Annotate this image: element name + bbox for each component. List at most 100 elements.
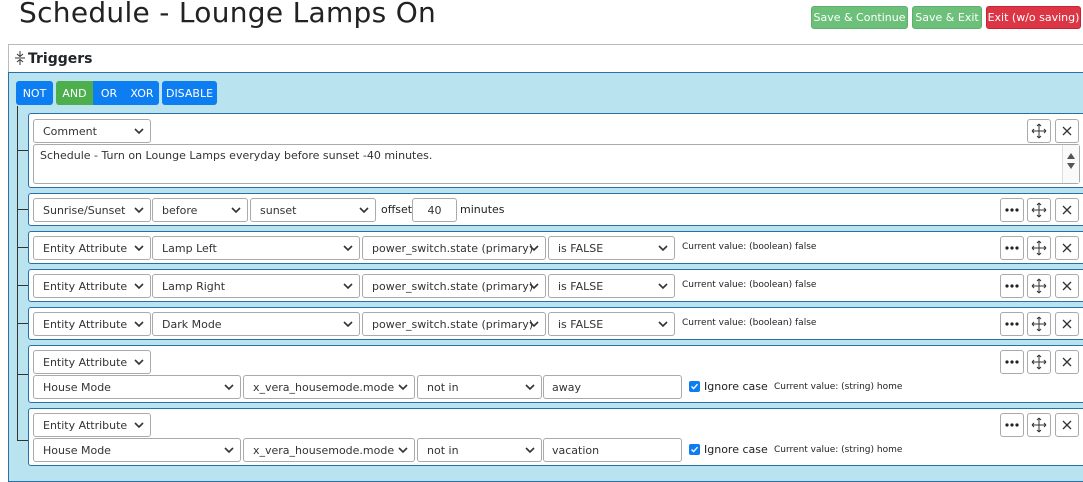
trigger-type-select[interactable]: Sunrise/Sunset (33, 198, 151, 222)
move-icon[interactable] (1027, 236, 1051, 260)
ignore-case-label: Ignore case (704, 443, 768, 456)
current-value-text: Current value: (boolean) false (682, 318, 817, 328)
attribute-select[interactable]: x_vera_housemode.mode (243, 375, 415, 399)
close-icon[interactable] (1055, 413, 1079, 437)
save-exit-button[interactable]: Save & Exit (912, 6, 982, 29)
not-button[interactable]: NOT (16, 81, 53, 105)
value-input[interactable]: vacation (543, 438, 682, 462)
entity-select[interactable]: Lamp Right (152, 274, 360, 298)
current-value-text: Current value: (boolean) false (682, 280, 817, 290)
entity-value: Lamp Right (162, 279, 226, 293)
operator-value: is FALSE (558, 241, 604, 255)
chevron-down-icon (398, 447, 408, 454)
trigger-type-value: Sunrise/Sunset (43, 203, 126, 217)
chevron-down-icon (658, 321, 668, 328)
trigger-type-select[interactable]: Comment (33, 119, 151, 143)
disable-button[interactable]: DISABLE (162, 81, 217, 105)
comment-textarea[interactable]: Schedule - Turn on Lounge Lamps everyday… (33, 144, 1080, 184)
chevron-down-icon (224, 384, 234, 391)
entity-select[interactable]: Dark Mode (152, 312, 360, 336)
entity-value: Dark Mode (162, 317, 222, 331)
attribute-value: power_switch.state (primary) (372, 241, 534, 255)
trigger-type-select[interactable]: Entity Attribute (33, 274, 151, 298)
attribute-select[interactable]: power_switch.state (primary) (362, 312, 546, 336)
textarea-scrollbar[interactable] (1062, 145, 1079, 183)
xor-button[interactable]: XOR (125, 81, 159, 105)
tree-line (17, 106, 18, 441)
attribute-value: power_switch.state (primary) (372, 317, 534, 331)
collapse-icon[interactable] (13, 50, 27, 67)
attribute-select[interactable]: x_vera_housemode.mode (243, 438, 415, 462)
chevron-down-icon (359, 207, 369, 214)
scroll-up-icon[interactable] (1067, 153, 1075, 159)
operator-select[interactable]: not in (417, 438, 542, 462)
trigger-type-select[interactable]: Entity Attribute (33, 350, 151, 374)
operator-value: not in (427, 380, 459, 394)
triggers-title: Triggers (28, 50, 93, 67)
ignore-case-checkbox[interactable] (689, 444, 700, 455)
current-value-text: Current value: (string) home (774, 445, 903, 455)
trigger-type-select[interactable]: Entity Attribute (33, 236, 151, 260)
move-icon[interactable] (1027, 198, 1051, 222)
trigger-row-sun: Sunrise/Sunset before sunset offset 40 m… (28, 193, 1083, 226)
current-value-text: Current value: (string) home (774, 382, 903, 392)
chevron-down-icon (224, 447, 234, 454)
operator-select[interactable]: is FALSE (548, 236, 675, 260)
chevron-down-icon (658, 283, 668, 290)
close-icon[interactable] (1055, 312, 1079, 336)
chevron-down-icon (529, 283, 539, 290)
ignore-case-checkbox[interactable] (689, 381, 700, 392)
save-continue-button[interactable]: Save & Continue (811, 6, 908, 29)
chevron-down-icon (134, 422, 144, 429)
move-icon[interactable] (1027, 312, 1051, 336)
chevron-down-icon (343, 283, 353, 290)
attribute-select[interactable]: power_switch.state (primary) (362, 236, 546, 260)
comment-text: Schedule - Turn on Lounge Lamps everyday… (40, 149, 433, 162)
exit-without-saving-button[interactable]: Exit (w/o saving) (986, 6, 1081, 29)
close-icon[interactable] (1055, 236, 1079, 260)
entity-select[interactable]: House Mode (33, 438, 241, 462)
chevron-down-icon (134, 207, 144, 214)
more-icon[interactable] (1000, 413, 1024, 437)
entity-value: Lamp Left (162, 241, 217, 255)
offset-label: offset (381, 203, 413, 216)
value-input[interactable]: away (543, 375, 682, 399)
more-icon[interactable] (1000, 274, 1024, 298)
more-icon[interactable] (1000, 236, 1024, 260)
entity-select[interactable]: Lamp Left (152, 236, 360, 260)
chevron-down-icon (134, 321, 144, 328)
close-icon[interactable] (1055, 274, 1079, 298)
page-title: Schedule - Lounge Lamps On (19, 0, 437, 29)
move-icon[interactable] (1027, 413, 1051, 437)
close-icon[interactable] (1055, 198, 1079, 222)
offset-input[interactable]: 40 (412, 198, 457, 222)
operator-select[interactable]: is FALSE (548, 274, 675, 298)
close-icon[interactable] (1055, 350, 1079, 374)
trigger-type-value: Entity Attribute (43, 241, 128, 255)
and-button[interactable]: AND (56, 81, 93, 105)
trigger-type-value: Entity Attribute (43, 418, 128, 432)
chevron-down-icon (134, 245, 144, 252)
move-icon[interactable] (1027, 350, 1051, 374)
sun-when-select[interactable]: before (152, 198, 248, 222)
move-icon[interactable] (1027, 119, 1051, 143)
trigger-type-select[interactable]: Entity Attribute (33, 312, 151, 336)
move-icon[interactable] (1027, 274, 1051, 298)
more-icon[interactable] (1000, 312, 1024, 336)
close-icon[interactable] (1055, 119, 1079, 143)
sun-event-select[interactable]: sunset (250, 198, 376, 222)
sun-event-value: sunset (260, 203, 297, 217)
scroll-down-icon[interactable] (1067, 163, 1075, 169)
or-button[interactable]: OR (93, 81, 125, 105)
attribute-select[interactable]: power_switch.state (primary) (362, 274, 546, 298)
more-icon[interactable] (1000, 198, 1024, 222)
chevron-down-icon (134, 359, 144, 366)
trigger-type-select[interactable]: Entity Attribute (33, 413, 151, 437)
chevron-down-icon (529, 245, 539, 252)
operator-select[interactable]: not in (417, 375, 542, 399)
operator-select[interactable]: is FALSE (548, 312, 675, 336)
entity-select[interactable]: House Mode (33, 375, 241, 399)
check-icon (691, 383, 699, 390)
attribute-value: x_vera_housemode.mode (253, 380, 395, 394)
more-icon[interactable] (1000, 350, 1024, 374)
